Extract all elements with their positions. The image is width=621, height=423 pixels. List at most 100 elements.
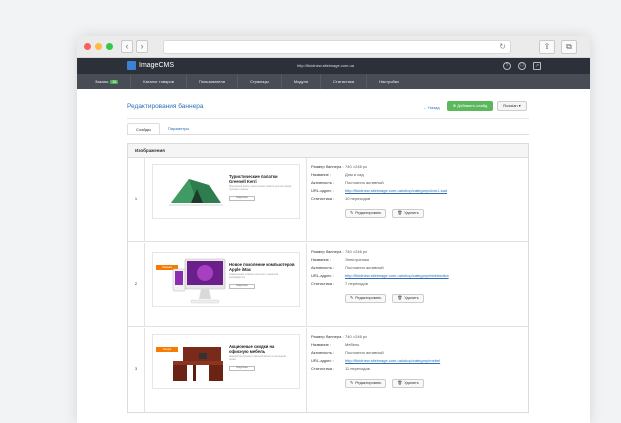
add-slide-button[interactable]: ⊕ Добавить слайд (447, 101, 493, 111)
banner-properties: Размер баннера :740 ×246 px Название : Ме… (311, 333, 440, 373)
page-title: Редактирования баннера (127, 103, 204, 110)
menu-item-modules[interactable]: Модули (282, 74, 322, 89)
tabs-icon[interactable]: ⧉ (561, 40, 577, 54)
close-window-button[interactable] (84, 43, 91, 50)
banner-more-button: Подробнее (229, 366, 255, 371)
minimize-window-button[interactable] (95, 43, 102, 50)
admin-topbar: ImageCMS http://fluidnew.siteimage.com.u… (77, 58, 590, 74)
tab-divider (127, 134, 529, 135)
edit-button[interactable]: ✎ Редактировать (345, 294, 387, 303)
url-link[interactable]: http://fluidnew.siteimage.com.ua/shop/ca… (345, 272, 449, 280)
size-label: Размер баннера : (311, 334, 344, 339)
imac-illustration (172, 258, 226, 304)
edit-icon: ✎ (350, 381, 354, 385)
menu-item-catalog[interactable]: Каталог товаров (131, 74, 187, 89)
activity-label: Активность : (311, 265, 335, 270)
menu-item-settings[interactable]: Настройки (367, 74, 411, 89)
banner-preview[interactable]: Туристические палатки Greenell Kerri Пре… (152, 164, 300, 219)
activity-value: Постоянно активный (345, 180, 384, 185)
table-header: Изображения (128, 144, 528, 158)
table-row: 3 Скидка Акционные скидки на офисную меб… (128, 328, 528, 412)
edit-button[interactable]: ✎ Редактировать (345, 379, 387, 388)
user-icon[interactable]: ⚇ (518, 62, 526, 70)
logo-text: ImageCMS (139, 62, 175, 69)
banner-title: Акционные скидки на офисную мебель (229, 344, 275, 354)
edit-label: Редактировать (355, 211, 382, 215)
delete-label: Удалить (404, 211, 419, 215)
activity-label: Активность : (311, 350, 335, 355)
logo-mark-icon (127, 61, 136, 70)
row-actions: ✎ Редактировать 🗑 Удалить (345, 379, 424, 388)
banner-properties: Размер баннера :740 ×246 px Название : Эл… (311, 248, 449, 288)
delete-button[interactable]: 🗑 Удалить (392, 379, 424, 388)
activity-value: Постоянно активный (345, 265, 384, 270)
browser-chrome: ‹ › ↻ ⇪ ⧉ (77, 36, 590, 58)
address-bar[interactable]: ↻ (163, 40, 511, 54)
delete-button[interactable]: 🗑 Удалить (392, 209, 424, 218)
tent-illustration (169, 179, 223, 206)
menu-item-orders[interactable]: Заказы 36 (83, 74, 132, 89)
reload-icon[interactable]: ↻ (499, 41, 506, 53)
size-value: 740 ×246 px (345, 249, 368, 254)
external-icon[interactable]: ↗ (533, 62, 541, 70)
trash-icon: 🗑 (397, 296, 403, 300)
activity-value: Постоянно активный (345, 350, 384, 355)
url-link[interactable]: http://fluidnew.siteimage.com.ua/shop/ca… (345, 357, 440, 365)
maximize-window-button[interactable] (106, 43, 113, 50)
banner-subtitle: Широкий ассортимент офисной мебели по вы… (229, 356, 286, 361)
share-icon[interactable]: ⇪ (539, 40, 555, 54)
menu-item-label: Заказы (95, 79, 109, 84)
delete-label: Удалить (404, 296, 419, 300)
name-value: Дом и сад (345, 172, 364, 177)
row-divider (306, 158, 307, 241)
forward-arrow-icon[interactable]: › (136, 40, 148, 53)
name-label: Название : (311, 172, 332, 177)
row-divider (306, 243, 307, 326)
menu-item-statistics[interactable]: Статистика (321, 74, 368, 89)
url-link[interactable]: http://fluidnew.siteimage.com.ua/shop/ca… (345, 187, 447, 195)
edit-label: Редактировать (355, 296, 382, 300)
delete-button[interactable]: 🗑 Удалить (392, 294, 424, 303)
menu-item-users[interactable]: Пользователи (187, 74, 238, 89)
logo[interactable]: ImageCMS (127, 61, 174, 70)
edit-icon: ✎ (350, 211, 354, 215)
row-number: 3 (128, 328, 145, 412)
size-label: Размер баннера : (311, 249, 344, 254)
add-slide-label: Добавить слайд (457, 103, 488, 108)
edit-button[interactable]: ✎ Редактировать (345, 209, 387, 218)
desk-illustration (173, 347, 223, 381)
edit-icon: ✎ (350, 296, 354, 300)
stats-label: Статистика : (311, 366, 335, 371)
back-link[interactable]: ← Назад (423, 105, 440, 110)
help-icon[interactable]: ? (503, 62, 511, 70)
stats-value: 7 переходов (345, 281, 368, 286)
trash-icon: 🗑 (397, 211, 403, 215)
banner-subtitle: Совершенная техника и качество с гаранти… (229, 274, 278, 279)
orders-count-badge: 36 (110, 80, 119, 84)
table-row: 1 Туристические палатки Greenell Kerri П… (128, 158, 528, 242)
url-label: URL-адрес : (311, 273, 334, 278)
back-arrow-icon[interactable]: ‹ (121, 40, 133, 53)
stats-value: 10 переходов (345, 196, 371, 201)
table-row: 2 Новинка Новое поколение компьютеров Ap… (128, 243, 528, 327)
name-value: Электроника (345, 257, 369, 262)
row-number: 2 (128, 243, 145, 326)
trash-icon: 🗑 (397, 381, 403, 385)
banner-preview[interactable]: Новинка Новое поколение компьютеров Appl… (152, 252, 300, 307)
site-url-link[interactable]: http://fluidnew.siteimage.com.ua (297, 63, 354, 68)
stats-label: Статистика : (311, 281, 335, 286)
header-divider (127, 118, 529, 119)
language-select[interactable]: Russian ▾ (497, 101, 527, 111)
menu-item-pages[interactable]: Страницы (238, 74, 282, 89)
edit-label: Редактировать (355, 381, 382, 385)
row-divider (306, 328, 307, 412)
stats-value: 11 переходов (345, 366, 370, 371)
banner-title: Новое поколение компьютеров Apple iMac (229, 262, 295, 272)
banner-properties: Размер баннера :740 ×246 px Название : До… (311, 163, 447, 203)
banner-subtitle: Прекрасный выбор туристических палаток д… (229, 186, 292, 191)
row-number: 1 (128, 158, 145, 241)
slides-table: Изображения 1 Туристические палатки Gree… (127, 143, 529, 413)
banner-title: Туристические палатки Greenell Kerri (229, 174, 278, 184)
row-actions: ✎ Редактировать 🗑 Удалить (345, 209, 424, 218)
banner-preview[interactable]: Скидка Акционные скидки на офисную мебел… (152, 334, 300, 389)
